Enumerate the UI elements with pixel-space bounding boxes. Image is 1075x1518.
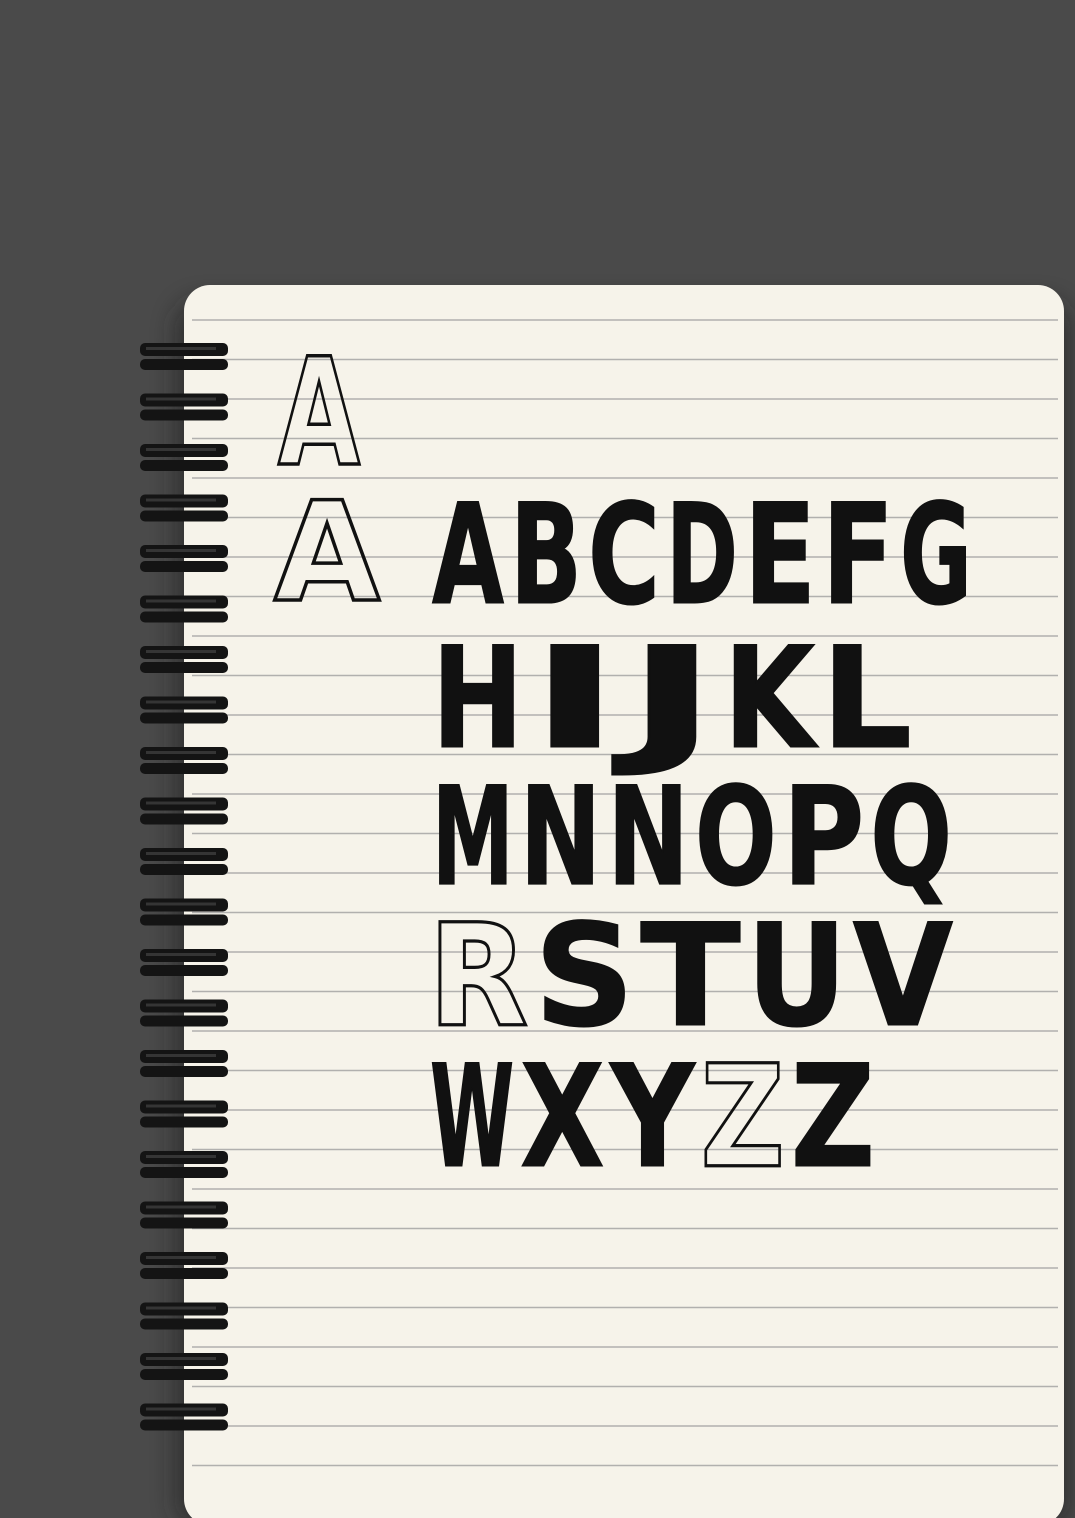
alphabet-letter: Z (701, 1036, 785, 1200)
alphabet-letter: P (783, 759, 865, 917)
alphabet-letter: G (900, 474, 972, 636)
alphabet-letter: L (821, 617, 912, 780)
alphabet-letter: U (747, 895, 847, 1059)
alphabet-letter: R (428, 895, 528, 1059)
alphabet-letter: M (432, 759, 514, 917)
notebook-scene: AA A B C D E F GH IJ K LM N N O P QR S T U VW X Y Z Z (0, 0, 1075, 1518)
alphabet-letter: W (430, 1036, 514, 1200)
alphabet-letter: D (666, 474, 738, 636)
sample-glyph: A (274, 473, 380, 633)
alphabet-letter: K (724, 617, 819, 780)
alphabet-letter: B (510, 474, 582, 636)
alphabet-letter: Q (870, 759, 952, 917)
alphabet-letter: V (853, 895, 953, 1059)
alphabet-letter: F (822, 474, 894, 636)
alphabet-letter: Y (609, 1036, 696, 1200)
alphabet-letter: E (744, 474, 816, 636)
alphabet-letter: N (607, 759, 689, 917)
alphabet-letter: A (432, 474, 504, 636)
alphabet-letter: O (695, 759, 777, 917)
alphabet-letter: H (432, 617, 523, 780)
alphabet-letter: S (534, 895, 634, 1059)
alphabet-letter: Z (791, 1036, 875, 1200)
alphabet-letter: C (588, 474, 660, 636)
alphabet-letter: J (612, 617, 717, 780)
alphabet-letter: X (520, 1036, 604, 1200)
alphabet-letter: I (529, 617, 620, 780)
alphabet-letter: N (520, 759, 602, 917)
alphabet-letter: T (640, 895, 740, 1059)
